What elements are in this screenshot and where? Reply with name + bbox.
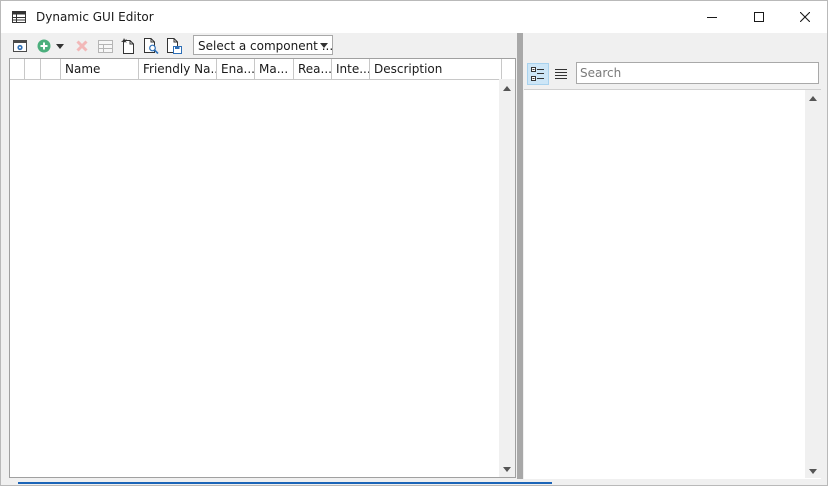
app-grid-icon — [12, 11, 26, 23]
column-header-enabled[interactable]: Ena... — [217, 59, 255, 79]
column-header-friendly-name[interactable]: Friendly Na... — [139, 59, 217, 79]
component-select[interactable]: Select a component ... — [193, 35, 333, 55]
maximize-button[interactable] — [736, 1, 782, 33]
scroll-down-arrow-icon[interactable] — [809, 469, 817, 474]
add-button[interactable] — [35, 37, 53, 55]
scroll-up-arrow-icon[interactable] — [503, 86, 511, 91]
maximize-icon — [754, 12, 764, 22]
preview-document-button[interactable] — [142, 37, 160, 55]
categorized-view-button[interactable] — [527, 63, 549, 85]
delete-icon — [76, 40, 88, 52]
settings-icon — [13, 40, 27, 52]
property-search-box[interactable] — [576, 62, 819, 84]
search-input[interactable] — [577, 64, 810, 82]
column-header-name[interactable]: Name — [61, 59, 139, 79]
column-header-ma[interactable]: Ma... — [255, 59, 294, 79]
alphabetical-view-button[interactable] — [550, 63, 572, 85]
save-document-button[interactable] — [165, 37, 183, 55]
scroll-up-arrow-icon[interactable] — [809, 96, 817, 101]
component-select-value: Select a component ... — [198, 39, 334, 53]
column-header-indicator[interactable] — [10, 59, 25, 79]
status-progress-line — [18, 482, 552, 484]
column-header-select[interactable] — [25, 59, 41, 79]
column-header-description[interactable]: Description — [370, 59, 502, 79]
close-icon — [800, 12, 810, 22]
window-title: Dynamic GUI Editor — [36, 10, 154, 24]
new-document-button[interactable] — [119, 37, 137, 55]
alphabetical-icon — [555, 69, 567, 79]
app-window: Dynamic GUI Editor Select a component ..… — [0, 0, 828, 486]
minimize-icon — [707, 17, 717, 18]
column-header-inte[interactable]: Inte... — [332, 59, 370, 79]
minimize-button[interactable] — [689, 1, 735, 33]
delete-button[interactable] — [73, 37, 91, 55]
panel-splitter[interactable] — [517, 33, 523, 479]
chevron-down-icon — [320, 43, 328, 48]
column-header-read[interactable]: Rea... — [294, 59, 332, 79]
components-grid[interactable]: Name Friendly Na... Ena... Ma... Rea... … — [9, 58, 516, 478]
grid-view-button[interactable] — [96, 37, 114, 55]
grid-icon — [97, 39, 113, 53]
title-bar: Dynamic GUI Editor — [1, 1, 827, 33]
close-button[interactable] — [782, 1, 828, 33]
scroll-down-arrow-icon[interactable] — [503, 467, 511, 472]
settings-button[interactable] — [11, 37, 29, 55]
grid-vertical-scrollbar[interactable] — [499, 79, 515, 477]
property-vertical-scrollbar[interactable] — [805, 90, 821, 478]
add-dropdown-button[interactable] — [54, 37, 66, 55]
grid-header: Name Friendly Na... Ena... Ma... Rea... … — [10, 59, 502, 80]
new-document-icon — [121, 38, 134, 54]
properties-toolbar — [523, 58, 827, 89]
preview-document-icon — [144, 38, 159, 54]
property-grid[interactable] — [524, 89, 821, 479]
categorized-icon — [531, 67, 544, 81]
save-document-icon — [167, 38, 182, 54]
column-header-blank[interactable] — [41, 59, 61, 79]
toolbar: Select a component ... — [1, 33, 517, 58]
dropdown-arrow-icon — [56, 43, 64, 49]
add-icon — [37, 39, 51, 53]
